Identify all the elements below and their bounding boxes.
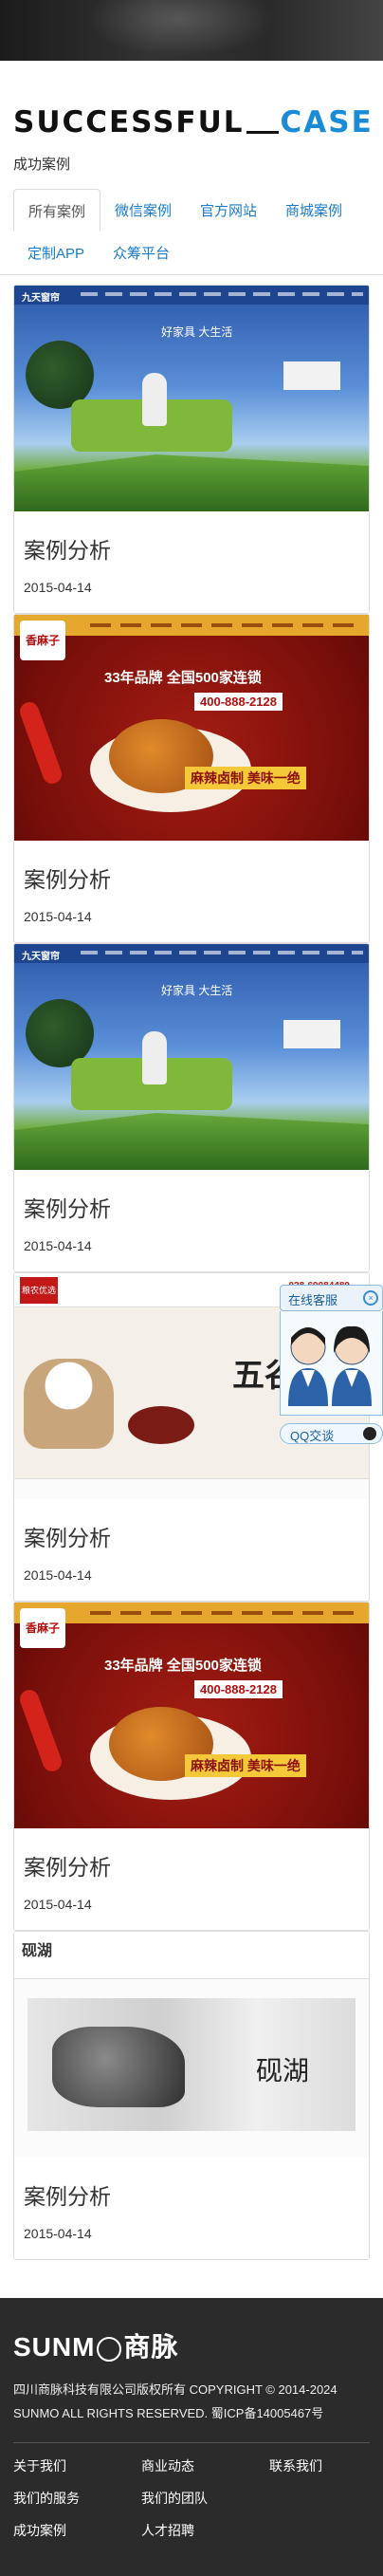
thumb-slogan: 好家具 大生活	[161, 984, 233, 997]
thumb-nav	[90, 623, 363, 627]
case-title[interactable]: 案例分析	[14, 1828, 369, 1881]
thumb-headline: 砚湖	[256, 2055, 310, 2086]
thumb-nav	[81, 951, 363, 954]
chili-image	[17, 1687, 64, 1774]
thumb-brand: 香麻子	[20, 621, 65, 660]
qq-chat-label: QQ交谈	[290, 1429, 335, 1443]
thumb-slogan: 33年品牌 全国500家连锁	[104, 1658, 262, 1674]
online-service-panel: 在线客服 × QQ交谈	[280, 1285, 383, 1444]
footer-divider	[13, 2442, 370, 2443]
thumb-logo: 九天窗帘	[22, 952, 60, 962]
service-header: 在线客服 ×	[280, 1285, 383, 1311]
case-thumbnail[interactable]: 香麻子 33年品牌 全国500家连锁 400-888-2128 麻辣卤制 美味一…	[14, 1603, 369, 1828]
case-thumbnail[interactable]: 九天窗帘 好家具 大生活	[14, 944, 369, 1170]
footer-link-about[interactable]: 关于我们	[13, 2456, 141, 2475]
tab-custom-app[interactable]: 定制APP	[13, 232, 99, 274]
thumb-slogan: 好家具 大生活	[161, 325, 233, 339]
case-card[interactable]: 香麻子 33年品牌 全国500家连锁 400-888-2128 麻辣卤制 美味一…	[13, 614, 370, 943]
case-date: 2015-04-14	[24, 1238, 92, 1253]
tab-wechat-cases[interactable]: 微信案例	[100, 189, 186, 232]
case-date: 2015-04-14	[24, 909, 92, 924]
case-title[interactable]: 案例分析	[14, 1499, 369, 1552]
globe-icon	[97, 2336, 122, 2362]
qq-chat-button[interactable]: QQ交谈	[280, 1423, 383, 1444]
footer-logo[interactable]: SUNM 商脉	[13, 2326, 370, 2364]
case-card[interactable]: 香麻子 33年品牌 全国500家连锁 400-888-2128 麻辣卤制 美味一…	[13, 1602, 370, 1931]
thumb-phone: 400-888-2128	[194, 693, 283, 711]
service-title: 在线客服	[288, 1293, 338, 1307]
case-thumbnail[interactable]: 香麻子 33年品牌 全国500家连锁 400-888-2128 麻辣卤制 美味一…	[14, 615, 369, 841]
title-accent: CASE	[280, 105, 374, 139]
footer-link-team[interactable]: 我们的团队	[141, 2489, 269, 2508]
case-list: 九天窗帘 好家具 大生活 案例分析 2015-04-14 香麻子 33年品牌 全…	[0, 275, 383, 2260]
footer-link-news[interactable]: 商业动态	[141, 2456, 269, 2475]
thumb-phone: 400-888-2128	[194, 1680, 283, 1698]
thumb-brand: 香麻子	[20, 1608, 65, 1648]
tab-all-cases[interactable]: 所有案例	[13, 189, 101, 232]
title-main: SUCCESSFUL	[13, 105, 245, 139]
rice-sack-image	[24, 1359, 114, 1449]
copyright-line-2: SUNMO ALL RIGHTS RESERVED. 蜀ICP备14005467…	[13, 2406, 324, 2420]
tab-crowdfunding[interactable]: 众筹平台	[99, 232, 184, 274]
inkstone-image	[52, 2027, 185, 2107]
case-thumbnail[interactable]: 九天窗帘 好家具 大生活	[14, 286, 369, 511]
beans-image	[128, 1406, 194, 1444]
case-date: 2015-04-14	[24, 580, 92, 595]
thumb-logo: 九天窗帘	[22, 293, 60, 304]
title-divider	[246, 131, 279, 134]
copyright-line-1: 四川商脉科技有限公司版权所有 COPYRIGHT © 2014-2024	[13, 2382, 337, 2397]
case-card[interactable]: 砚湖 砚湖 案例分析 2015-04-14	[13, 1931, 370, 2260]
thumb-brand: 砚湖	[22, 1941, 53, 1959]
footer-link-cases[interactable]: 成功案例	[13, 2521, 141, 2540]
agent-avatar-icon	[332, 1325, 372, 1406]
thumb-label: 麻辣卤制 美味一绝	[185, 1754, 306, 1777]
top-banner-image	[0, 0, 383, 61]
thumb-brand: 粮农优选	[20, 1277, 58, 1304]
person-image	[142, 1031, 167, 1084]
case-title[interactable]: 案例分析	[14, 841, 369, 894]
thumb-nav	[90, 1611, 363, 1615]
case-card[interactable]: 九天窗帘 好家具 大生活 案例分析 2015-04-14	[13, 285, 370, 614]
qq-penguin-icon	[363, 1427, 376, 1440]
section-title: SUCCESSFUL CASE	[13, 105, 372, 139]
agent-avatar-icon	[288, 1327, 328, 1406]
case-thumbnail[interactable]: 砚湖 砚湖	[14, 1932, 369, 2158]
footer-spacer	[269, 2489, 374, 2508]
footer-logo-cn: 商脉	[123, 2332, 179, 2362]
house-image	[283, 361, 340, 390]
tab-mall-cases[interactable]: 商城案例	[271, 189, 356, 232]
footer-links: 关于我们 商业动态 联系我们 我们的服务 我们的团队 成功案例 人才招聘	[13, 2456, 370, 2540]
thumb-footer	[14, 1478, 369, 1499]
close-icon[interactable]: ×	[363, 1290, 378, 1306]
house-image	[283, 1020, 340, 1048]
case-tabs: 所有案例 微信案例 官方网站 商城案例 定制APP 众筹平台	[0, 189, 383, 275]
case-date: 2015-04-14	[24, 1567, 92, 1583]
footer-link-jobs[interactable]: 人才招聘	[141, 2521, 269, 2540]
footer-link-contact[interactable]: 联系我们	[269, 2456, 374, 2475]
chili-image	[17, 699, 64, 787]
footer-logo-text: SUNM	[13, 2332, 96, 2362]
section-subtitle: 成功案例	[13, 157, 71, 173]
person-image	[142, 373, 167, 426]
case-title[interactable]: 案例分析	[14, 1170, 369, 1223]
case-title[interactable]: 案例分析	[14, 511, 369, 565]
grass-image	[14, 1113, 369, 1170]
case-card[interactable]: 九天窗帘 好家具 大生活 案例分析 2015-04-14	[13, 943, 370, 1272]
thumb-nav	[81, 292, 363, 296]
tab-official-sites[interactable]: 官方网站	[186, 189, 271, 232]
thumb-header	[14, 1932, 369, 1979]
thumb-slogan: 33年品牌 全国500家连锁	[104, 670, 262, 686]
service-agents[interactable]	[280, 1311, 383, 1416]
case-date: 2015-04-14	[24, 1897, 92, 1912]
site-footer: SUNM 商脉 四川商脉科技有限公司版权所有 COPYRIGHT © 2014-2…	[0, 2298, 383, 2576]
footer-copyright: 四川商脉科技有限公司版权所有 COPYRIGHT © 2014-2024 SUN…	[13, 2378, 370, 2425]
case-date: 2015-04-14	[24, 2226, 92, 2241]
grass-image	[14, 454, 369, 511]
thumb-label: 麻辣卤制 美味一绝	[185, 767, 306, 789]
footer-link-services[interactable]: 我们的服务	[13, 2489, 141, 2508]
case-title[interactable]: 案例分析	[14, 2158, 369, 2211]
